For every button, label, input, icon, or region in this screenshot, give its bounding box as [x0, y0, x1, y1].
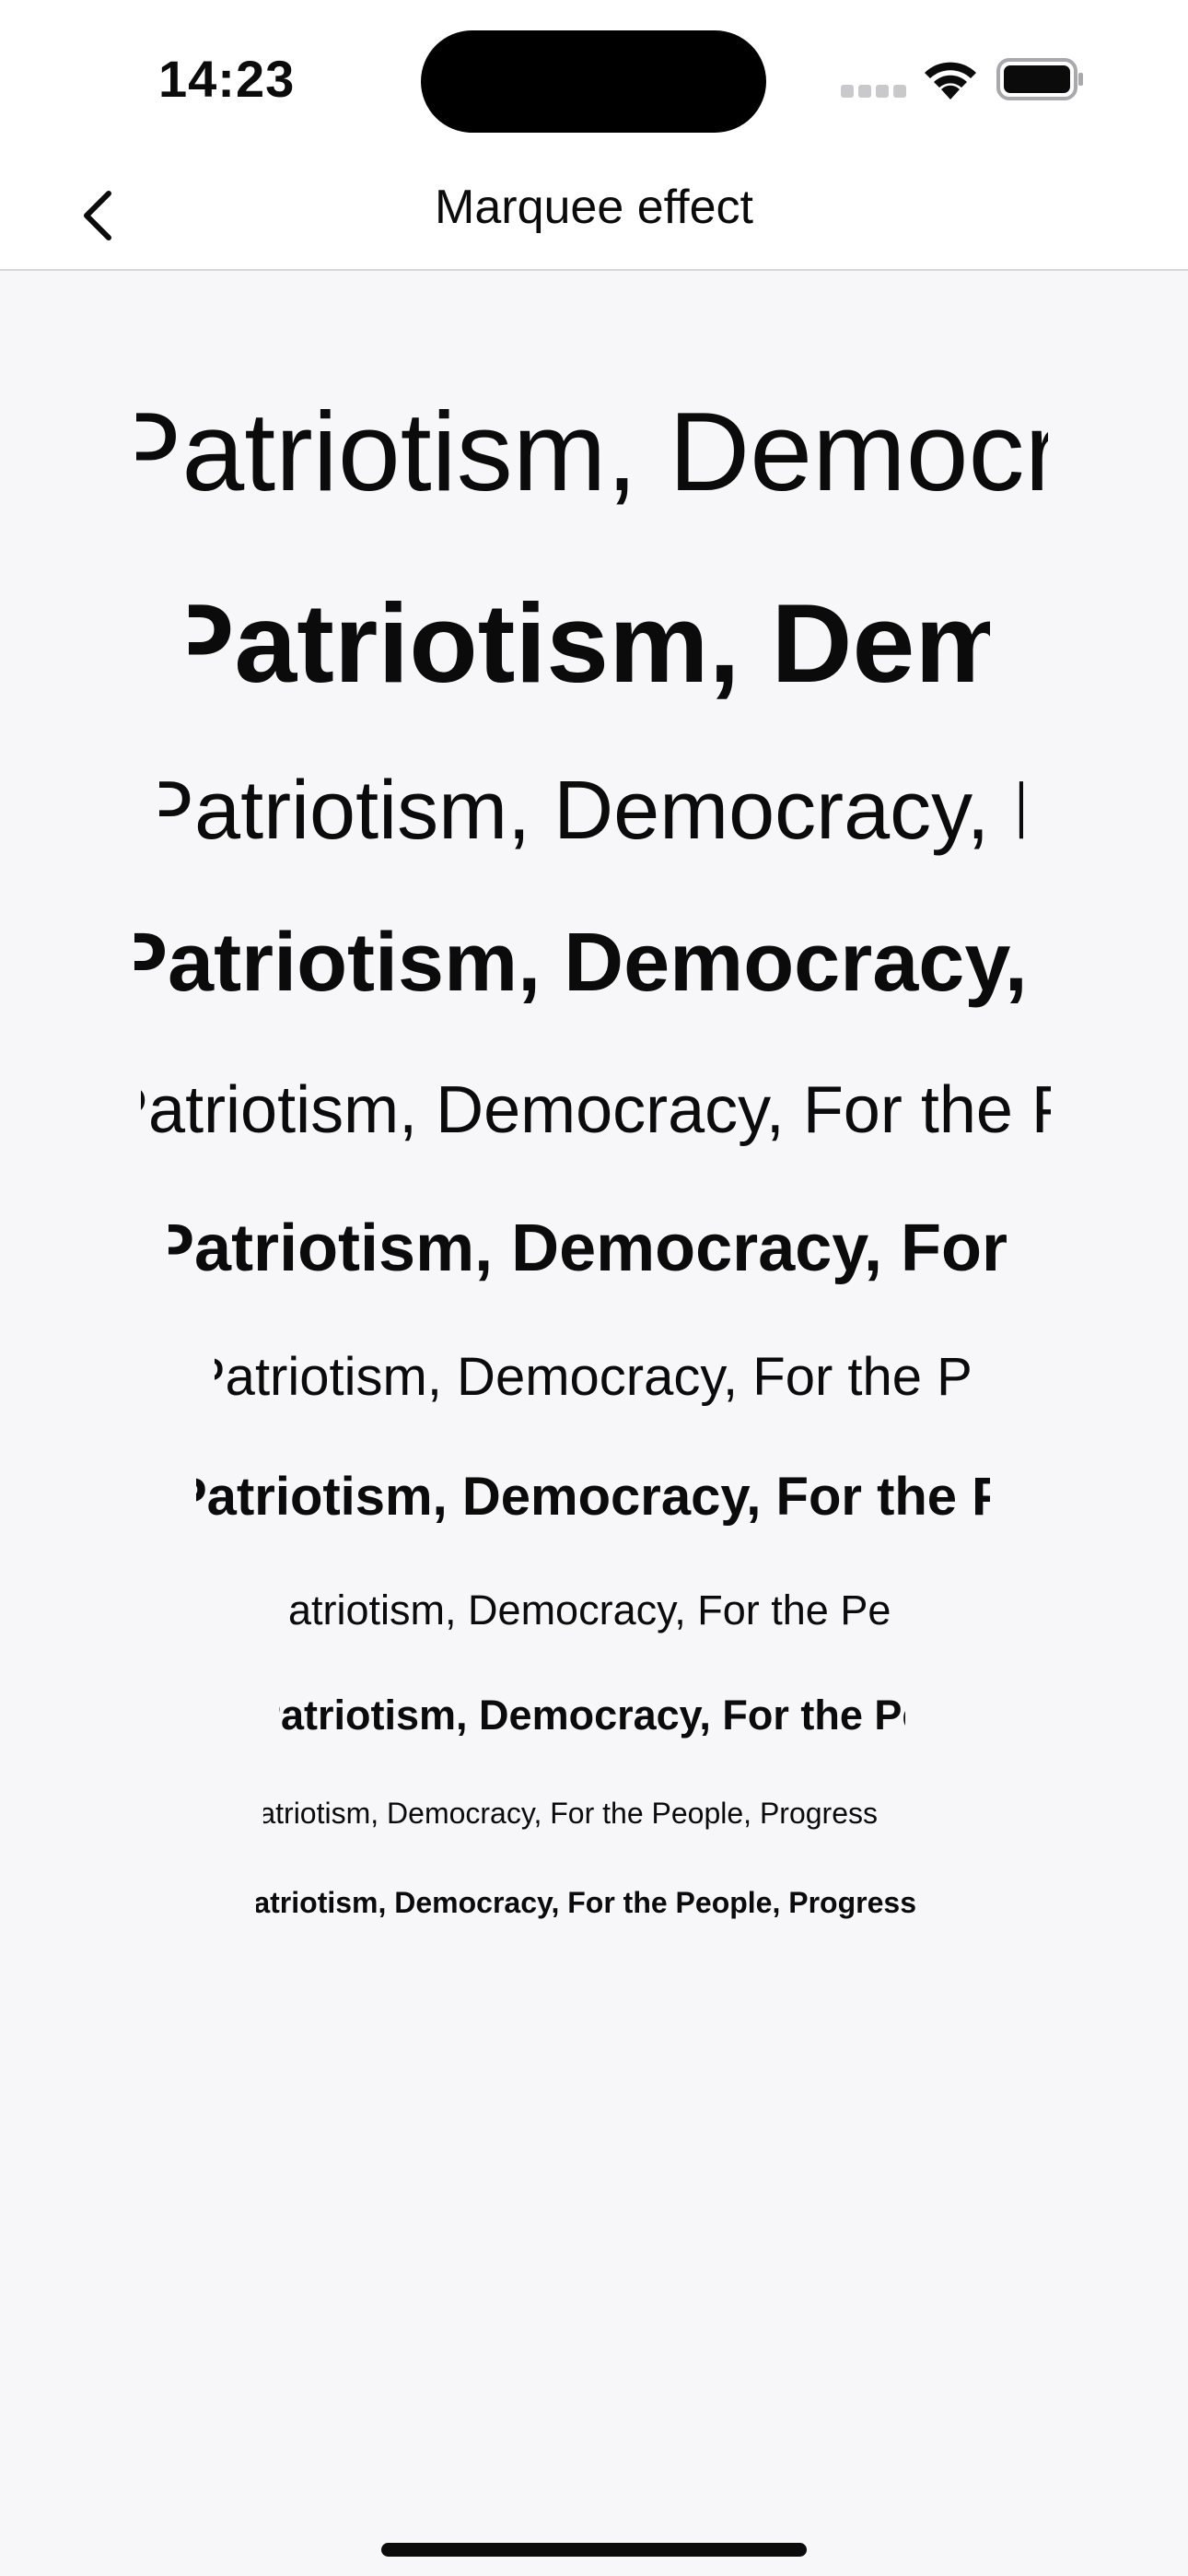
status-time: 14:23	[158, 50, 296, 108]
dynamic-island	[421, 30, 766, 133]
marquee-row: Patriotism, Democracy, For the People, P…	[288, 1581, 891, 1640]
marquee-text: Patriotism, Democracy, For the People, P…	[134, 917, 1046, 1009]
marquee-text: Patriotism, Democracy, For the People, P…	[141, 1073, 1051, 1147]
wifi-icon	[925, 62, 976, 100]
marquee-text: Patriotism, Democracy, For the People, P…	[279, 1692, 905, 1739]
marquee-row: Patriotism, Democracy, For the People, P…	[263, 1795, 926, 1832]
marquee-text: Patriotism, Democracy, For the People, P…	[136, 389, 1048, 514]
marquee-row: Patriotism, Democracy, For the People, P…	[279, 1686, 905, 1745]
marquee-text: Patriotism, Democracy, For the People, P…	[159, 765, 1023, 857]
marquee-row: Patriotism, Democracy, For the People, P…	[141, 1064, 1051, 1156]
marquee-text: Patriotism, Democracy, For the People, P…	[189, 580, 990, 706]
battery-icon	[996, 58, 1083, 100]
marquee-text: Patriotism, Democracy, For the People, P…	[288, 1587, 891, 1633]
status-bar: 14:23	[0, 0, 1188, 147]
marquee-text: Patriotism, Democracy, For the People, P…	[169, 1212, 1016, 1285]
marquee-text: Patriotism, Democracy, For the People, P…	[256, 1886, 916, 1919]
marquee-text: Patriotism, Democracy, For the People, P…	[196, 1467, 990, 1527]
marquee-row: Patriotism, Democracy, For the People, P…	[196, 1460, 990, 1534]
marquee-row: Patriotism, Democracy, For the People, P…	[169, 1202, 1016, 1294]
marquee-row: Patriotism, Democracy, For the People, P…	[256, 1884, 938, 1921]
marquee-row: Patriotism, Democracy, For the People, P…	[134, 907, 1046, 1018]
navigation-bar: Marquee effect	[0, 147, 1188, 271]
marquee-row: Patriotism, Democracy, For the People, P…	[189, 565, 990, 721]
marquee-row: Patriotism, Democracy, For the People, P…	[215, 1341, 972, 1414]
marquee-row: Patriotism, Democracy, For the People, P…	[136, 378, 1048, 525]
marquee-text: Patriotism, Democracy, For the People, P…	[263, 1797, 878, 1830]
page-title: Marquee effect	[435, 181, 753, 234]
cellular-signal-icon	[841, 85, 906, 100]
marquee-row: Patriotism, Democracy, For the People, P…	[159, 755, 1023, 866]
home-indicator[interactable]	[381, 2543, 807, 2557]
marquee-text: Patriotism, Democracy, For the People, P…	[215, 1347, 972, 1407]
